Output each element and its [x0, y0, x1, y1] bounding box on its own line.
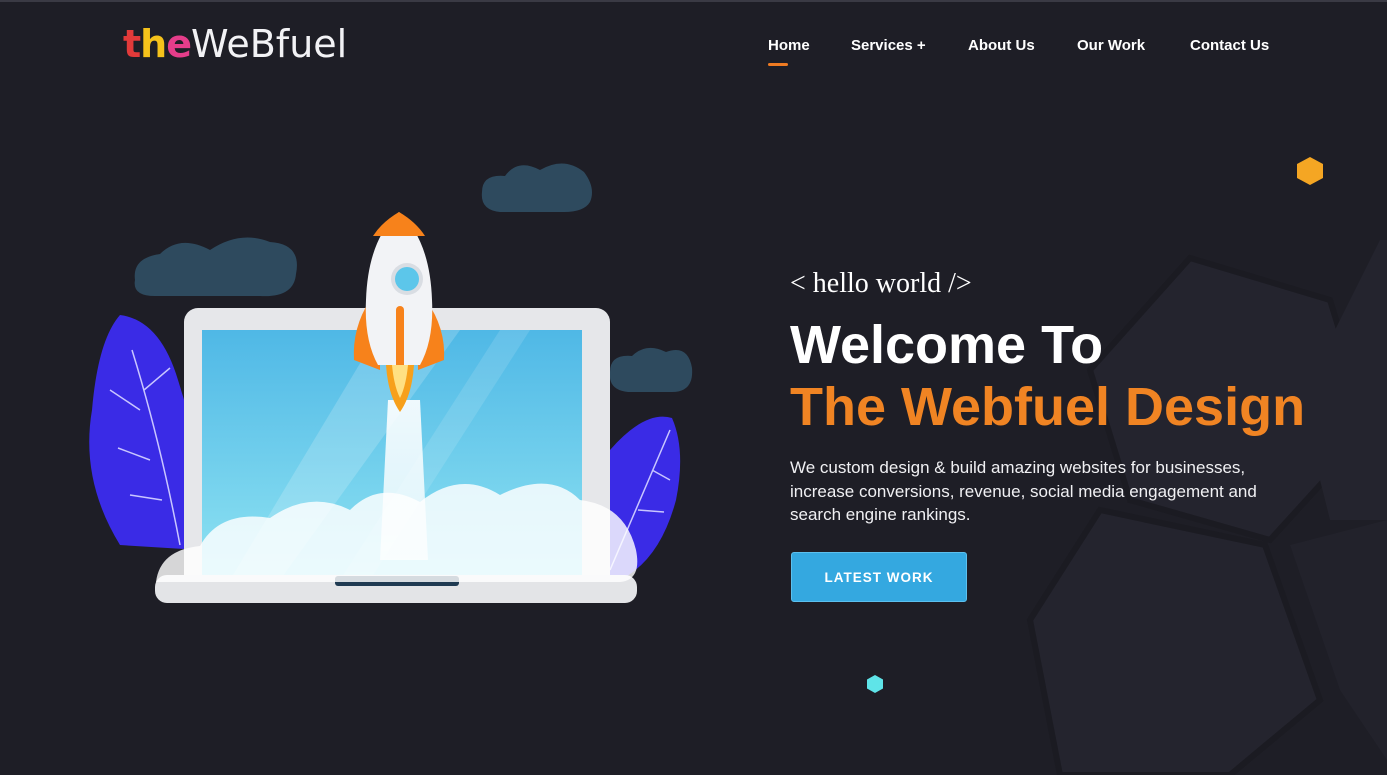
- nav-item-home[interactable]: Home: [768, 36, 810, 56]
- nav-item-about-us[interactable]: About Us: [968, 36, 1035, 56]
- hero-illustration: [89, 163, 693, 603]
- hero-tagline: < hello world />: [790, 268, 972, 299]
- orange-hexagon-icon: [1297, 157, 1323, 185]
- cloud-shape: [134, 237, 297, 297]
- nav-item-our-work[interactable]: Our Work: [1077, 36, 1145, 56]
- cloud-shape: [481, 163, 592, 212]
- hero-description: We custom design & build amazing website…: [790, 458, 1257, 524]
- nav-item-services[interactable]: Services +: [851, 36, 926, 56]
- latest-work-button[interactable]: LATEST WORK: [791, 552, 967, 602]
- cloud-shape: [609, 347, 693, 392]
- cyan-hexagon-icon: [867, 675, 883, 693]
- main-nav: Home Services + About Us Our Work Contac…: [0, 36, 1387, 66]
- nav-item-contact-us[interactable]: Contact Us: [1190, 36, 1269, 56]
- nav-active-indicator: [768, 63, 788, 66]
- hero-title-line1: Welcome To: [790, 315, 1104, 375]
- hero-title-line2: The Webfuel Design: [790, 377, 1306, 437]
